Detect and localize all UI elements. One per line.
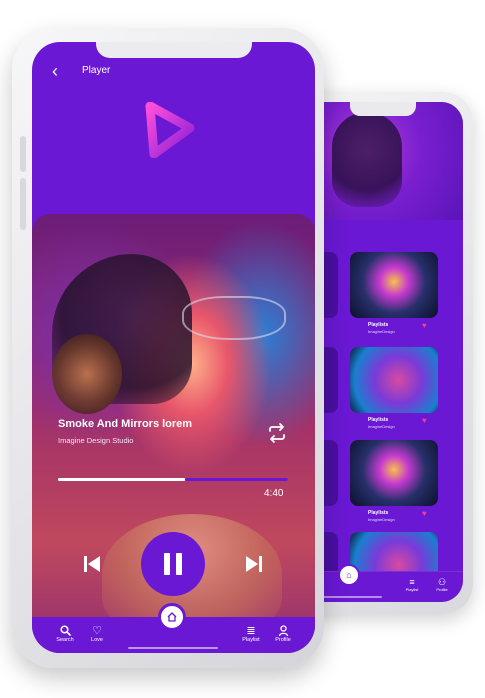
- next-track-icon[interactable]: [244, 554, 264, 574]
- song-title: Smoke And Mirrors lorem: [58, 418, 193, 430]
- artwork-glasses: [182, 296, 286, 340]
- pause-icon: [164, 553, 170, 575]
- playlist-card[interactable]: Playlists ImagineDesign ♥: [302, 347, 463, 437]
- heart-icon[interactable]: ♥: [422, 417, 427, 425]
- back-phone-screen: Playlists ImagineDesign ♥ Playlists Imag…: [302, 102, 463, 602]
- progress-fill: [58, 478, 185, 481]
- player-header: ‹ Player: [32, 60, 315, 84]
- card-subtitle: ImagineDesign: [368, 329, 395, 334]
- heart-icon[interactable]: ♥: [422, 510, 427, 518]
- nav-label: Playlist: [242, 637, 260, 643]
- nav-love[interactable]: ♡ Love: [82, 625, 112, 643]
- nav-label: Profile: [275, 637, 291, 643]
- pause-button[interactable]: [141, 532, 205, 596]
- playlist-icon: ≡: [409, 577, 415, 587]
- nav-playlist[interactable]: ≡ Playlist: [402, 577, 422, 593]
- album-art-area: Smoke And Mirrors lorem Imagine Design S…: [32, 214, 315, 653]
- card-title: Playlists: [368, 510, 389, 516]
- nav-label: Profile: [436, 587, 448, 592]
- profile-icon: ⚇: [437, 577, 447, 587]
- player-screen: ‹ Player Smoke And Mirrors lorem Imagine…: [32, 42, 315, 653]
- heart-icon: ♡: [92, 625, 102, 637]
- front-phone-frame: ‹ Player Smoke And Mirrors lorem Imagine…: [12, 28, 324, 668]
- nav-profile[interactable]: Profile: [268, 625, 298, 643]
- home-icon: [167, 612, 177, 622]
- playlist-artwork[interactable]: [350, 252, 438, 318]
- playlist-icon: ≣: [246, 625, 256, 637]
- back-arrow-icon[interactable]: ‹: [52, 60, 58, 82]
- volume-button: [20, 178, 26, 230]
- hero-face: [332, 112, 402, 207]
- nav-profile[interactable]: ⚇ Profile: [432, 577, 452, 593]
- back-phone-notch: [350, 102, 416, 116]
- back-bottom-nav: ⌂ ≡ Playlist ⚇ Profile: [302, 564, 463, 602]
- nav-label: Search: [56, 637, 74, 643]
- card-title: Playlists: [368, 417, 389, 423]
- search-icon: [59, 625, 71, 636]
- track-duration: 4:40: [264, 488, 284, 499]
- nav-label: Playlist: [405, 587, 419, 592]
- artwork-headphone: [52, 334, 122, 414]
- nav-label: Love: [91, 637, 103, 643]
- progress-remaining: [184, 478, 288, 481]
- volume-button: [20, 136, 26, 172]
- song-artist: Imagine Design Studio: [58, 436, 134, 445]
- repeat-icon[interactable]: [266, 422, 288, 444]
- home-indicator: [322, 596, 382, 598]
- nav-playlist[interactable]: ≣ Playlist: [236, 625, 266, 643]
- playlist-card[interactable]: Playlists ImagineDesign ♥: [302, 440, 463, 530]
- progress-bar[interactable]: [58, 478, 288, 481]
- profile-icon: [278, 625, 288, 637]
- card-subtitle: ImagineDesign: [368, 517, 395, 522]
- playlist-card[interactable]: Playlists ImagineDesign ♥: [302, 252, 463, 342]
- home-button[interactable]: [158, 603, 186, 631]
- back-hero-image: [302, 102, 463, 220]
- card-subtitle: ImagineDesign: [368, 424, 395, 429]
- playlist-artwork[interactable]: [350, 440, 438, 506]
- previous-track-icon[interactable]: [82, 554, 102, 574]
- heart-icon[interactable]: ♥: [422, 322, 427, 330]
- card-title: Playlists: [368, 322, 389, 328]
- pause-icon: [176, 553, 182, 575]
- playlist-artwork[interactable]: [350, 347, 438, 413]
- bottom-nav: Search ♡ Love ≣ Playlist Profile: [32, 603, 315, 653]
- front-phone-notch: [96, 42, 252, 58]
- home-button[interactable]: ⌂: [338, 564, 360, 586]
- nav-search[interactable]: Search: [50, 625, 80, 643]
- page-title: Player: [82, 65, 111, 76]
- home-indicator: [128, 647, 218, 649]
- app-logo-icon: [145, 102, 195, 158]
